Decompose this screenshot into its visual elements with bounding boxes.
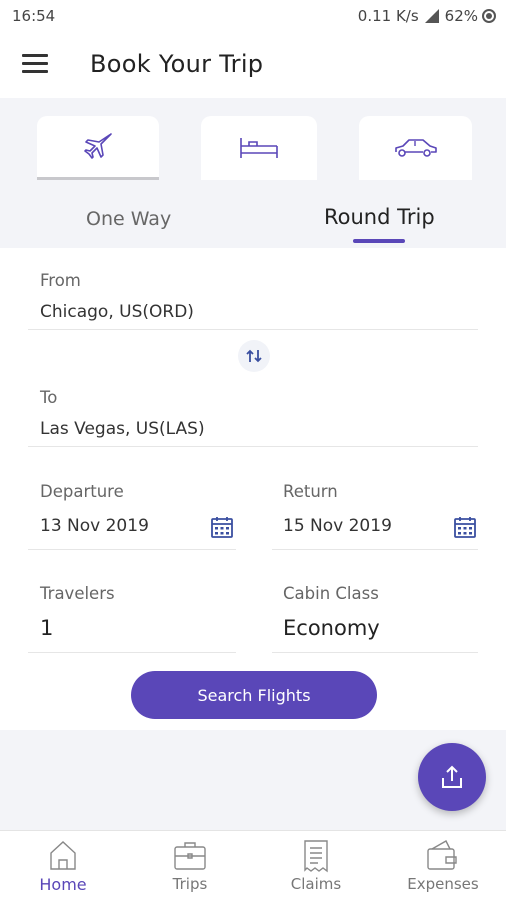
search-flights-button[interactable]: Search Flights (131, 671, 377, 719)
cabin-class-field[interactable]: Economy (283, 616, 380, 640)
tab-round-trip[interactable]: Round Trip (324, 205, 435, 229)
return-label: Return (283, 482, 338, 501)
cabin-class-divider (272, 652, 478, 653)
signal-icon (424, 9, 439, 23)
status-indicators: 0.11 K/s 62% (358, 7, 496, 25)
home-icon (50, 841, 76, 870)
nav-claims-label: Claims (290, 875, 342, 893)
car-icon (394, 139, 437, 157)
status-bar: 16:54 0.11 K/s 62% (0, 0, 506, 32)
travelers-field[interactable]: 1 (40, 616, 53, 640)
to-label: To (40, 388, 58, 407)
from-divider (28, 329, 478, 330)
briefcase-icon (174, 842, 206, 870)
status-time: 16:54 (12, 7, 56, 25)
tab-one-way[interactable]: One Way (86, 208, 171, 230)
record-icon (482, 9, 496, 23)
airplane-icon (84, 132, 112, 159)
travelers-divider (28, 652, 236, 653)
battery-level: 62% (444, 7, 478, 25)
bottom-navigation: Home Trips Claims Expenses (0, 830, 506, 900)
calendar-icon[interactable] (453, 515, 477, 539)
return-field[interactable]: 15 Nov 2019 (283, 516, 392, 536)
share-icon (442, 765, 462, 788)
wallet-icon (427, 840, 457, 870)
nav-trips[interactable]: Trips (127, 831, 253, 900)
menu-icon[interactable] (22, 54, 48, 74)
swap-icon (246, 349, 262, 363)
mode-car[interactable] (359, 116, 472, 180)
departure-field[interactable]: 13 Nov 2019 (40, 516, 149, 536)
departure-label: Departure (40, 482, 124, 501)
to-field[interactable]: Las Vegas, US(LAS) (40, 419, 205, 439)
nav-home[interactable]: Home (0, 831, 126, 900)
nav-home-label: Home (39, 875, 87, 894)
cabin-class-label: Cabin Class (283, 584, 379, 603)
booking-form: From Chicago, US(ORD) To Las Vegas, US(L… (0, 248, 506, 730)
network-speed: 0.11 K/s (357, 7, 419, 25)
swap-button[interactable] (238, 340, 270, 372)
app-bar: Book Your Trip (0, 32, 506, 98)
mode-hotel[interactable] (201, 116, 317, 180)
calendar-icon[interactable] (210, 515, 234, 539)
mode-selector: One Way Round Trip (0, 98, 506, 248)
bed-icon (240, 138, 278, 158)
page-title: Book Your Trip (90, 50, 264, 78)
active-tab-indicator (353, 239, 405, 243)
from-field[interactable]: Chicago, US(ORD) (40, 302, 194, 322)
from-label: From (40, 271, 81, 290)
nav-trips-label: Trips (172, 875, 208, 893)
return-divider (272, 549, 478, 550)
receipt-icon (304, 840, 328, 873)
departure-divider (28, 549, 236, 550)
nav-expenses-label: Expenses (407, 875, 479, 893)
travelers-label: Travelers (40, 584, 115, 603)
nav-claims[interactable]: Claims (253, 831, 379, 900)
nav-expenses[interactable]: Expenses (380, 831, 506, 900)
mode-flight[interactable] (37, 116, 159, 180)
share-button[interactable] (418, 743, 486, 811)
to-divider (28, 446, 478, 447)
